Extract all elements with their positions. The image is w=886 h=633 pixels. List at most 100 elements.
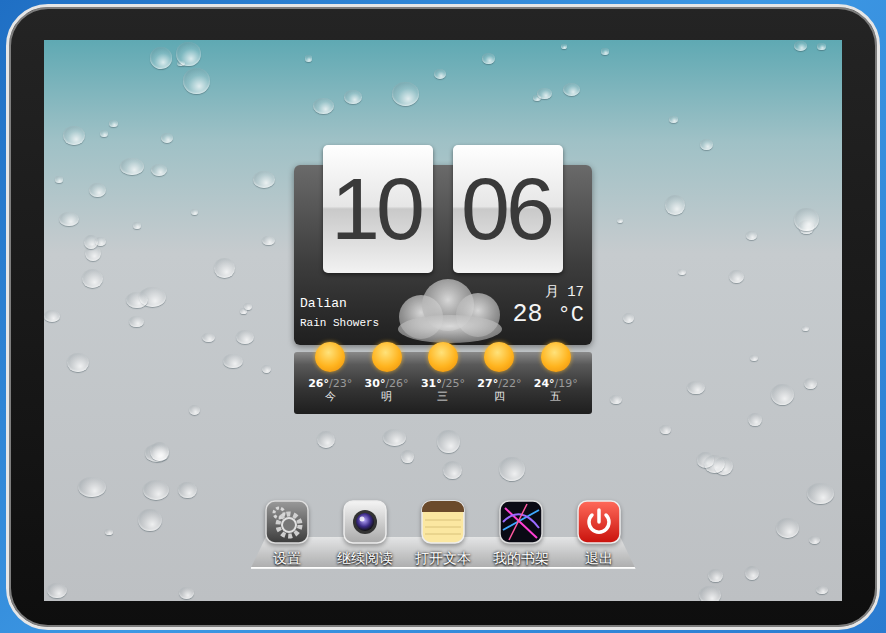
raindrop xyxy=(317,431,335,448)
raindrop xyxy=(63,126,85,146)
hours-card: 10 xyxy=(323,145,433,273)
raindrop xyxy=(807,483,833,503)
raindrop xyxy=(138,509,162,531)
raindrop xyxy=(150,442,169,461)
sun-icon xyxy=(372,342,402,372)
dock-label[interactable]: 设置 xyxy=(273,550,301,567)
forecast-temps: 27°/22° xyxy=(477,377,521,390)
raindrop xyxy=(151,164,167,176)
dock: 设置 继续阅读 打开文本 我的书架 退出 xyxy=(251,500,636,569)
raindrop xyxy=(59,212,79,226)
raindrop xyxy=(794,208,819,231)
raindrop xyxy=(816,586,828,594)
temperature-unit: °C xyxy=(558,303,584,328)
raindrop xyxy=(610,395,622,405)
raindrop xyxy=(817,43,825,50)
forecast-day: 27°/22°四 xyxy=(477,352,521,410)
tablet-frame: 1006DalianRain Showers月 1728 °C26°/23°今3… xyxy=(6,4,880,630)
raindrop xyxy=(729,270,743,284)
raindrop xyxy=(262,236,275,246)
forecast-strip: 26°/23°今30°/26°明31°/25°三27°/22°四24°/19°五 xyxy=(294,352,592,414)
forecast-temps: 26°/23° xyxy=(308,377,352,390)
camera-icon[interactable] xyxy=(343,500,387,544)
raindrop xyxy=(623,313,634,323)
dock-label[interactable]: 退出 xyxy=(585,550,613,567)
raindrop xyxy=(802,326,809,332)
dock-item[interactable]: 继续阅读 xyxy=(332,500,398,567)
raindrop xyxy=(704,455,725,474)
raindrop xyxy=(89,183,106,198)
dock-label[interactable]: 打开文本 xyxy=(415,550,471,567)
notepad-icon[interactable] xyxy=(421,500,465,544)
raindrop xyxy=(129,316,144,328)
raindrop xyxy=(804,378,817,389)
raindrop xyxy=(191,209,198,215)
raindrop xyxy=(189,405,200,415)
dock-item[interactable]: 我的书架 xyxy=(488,500,554,567)
raindrop xyxy=(133,222,141,229)
raindrop xyxy=(183,68,210,94)
cloud-icon xyxy=(386,277,516,351)
raindrop xyxy=(120,158,144,175)
date: 月 17 xyxy=(545,283,584,301)
forecast-day-label: 三 xyxy=(437,390,448,404)
hours: 10 xyxy=(331,165,425,253)
forecast-day: 24°/19°五 xyxy=(534,352,578,410)
desktop: 1006DalianRain Showers月 1728 °C26°/23°今3… xyxy=(0,0,886,633)
raindrop xyxy=(344,90,361,103)
raindrop xyxy=(240,308,247,314)
raindrop xyxy=(708,569,723,582)
dock-item[interactable]: 打开文本 xyxy=(410,500,476,567)
clock-weather-widget[interactable]: 10 06 DalianRain Showers月 1728 °C xyxy=(294,145,592,345)
raindrop xyxy=(236,330,255,344)
raindrop xyxy=(563,83,580,96)
raindrop xyxy=(401,450,414,463)
forecast-temps: 24°/19° xyxy=(534,377,578,390)
raindrop xyxy=(678,269,686,275)
raindrop xyxy=(126,292,149,308)
raindrop xyxy=(100,130,108,137)
raindrop xyxy=(809,536,820,544)
raindrop xyxy=(305,55,312,62)
forecast-day-label: 五 xyxy=(550,390,561,404)
gear-icon[interactable] xyxy=(265,500,309,544)
sun-icon xyxy=(315,342,345,372)
city: Dalian xyxy=(300,296,379,311)
minutes-card: 06 xyxy=(453,145,563,273)
forecast-day-label: 四 xyxy=(494,390,505,404)
raindrop xyxy=(202,333,215,342)
flip-clock: 10 06 xyxy=(294,145,592,273)
raindrop xyxy=(253,171,275,188)
raindrop xyxy=(443,461,462,479)
raindrop xyxy=(214,258,235,277)
bookshelf-icon[interactable] xyxy=(499,500,543,544)
dock-label[interactable]: 我的书架 xyxy=(493,550,549,567)
raindrop xyxy=(44,310,60,321)
temperature: 28 °C xyxy=(513,301,584,329)
raindrop xyxy=(176,42,201,66)
tablet-screen: 1006DalianRain Showers月 1728 °C26°/23°今3… xyxy=(44,40,842,601)
forecast-day: 30°/26°明 xyxy=(365,352,409,410)
raindrop xyxy=(109,120,118,127)
dock-item[interactable]: 退出 xyxy=(566,500,632,567)
raindrop xyxy=(687,381,705,394)
raindrop xyxy=(84,235,98,249)
raindrop xyxy=(665,195,686,215)
dock-label[interactable]: 继续阅读 xyxy=(337,550,393,567)
raindrop xyxy=(699,586,722,601)
weather-info: DalianRain Showers月 1728 °C xyxy=(294,273,592,337)
raindrop xyxy=(178,482,197,498)
raindrop xyxy=(179,587,195,599)
raindrop xyxy=(794,41,807,51)
raindrop xyxy=(105,529,113,535)
forecast-temps: 30°/26° xyxy=(365,377,409,390)
dock-item[interactable]: 设置 xyxy=(254,500,320,567)
forecast-day: 31°/25°三 xyxy=(421,352,465,410)
raindrop xyxy=(617,218,624,224)
raindrop xyxy=(748,413,762,426)
raindrop xyxy=(392,82,419,106)
raindrop xyxy=(750,355,758,361)
power-icon[interactable] xyxy=(577,500,621,544)
minutes: 06 xyxy=(461,165,555,253)
sun-icon xyxy=(541,342,571,372)
